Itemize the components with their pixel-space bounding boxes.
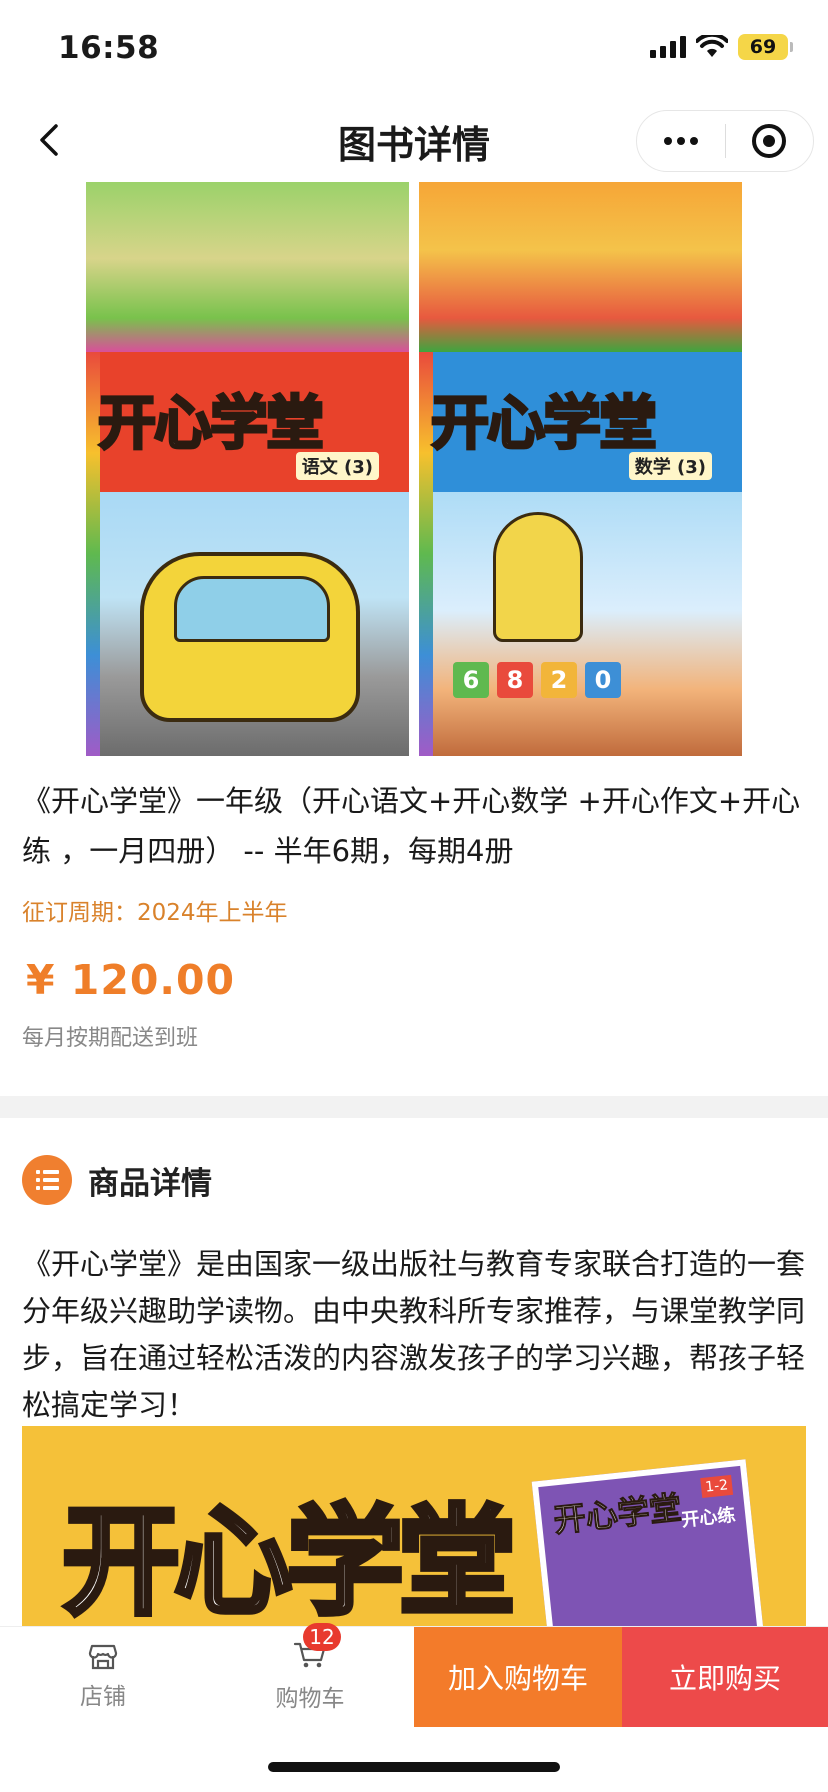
more-icon[interactable] bbox=[637, 111, 725, 171]
home-indicator[interactable] bbox=[268, 1762, 560, 1772]
status-bar: 16:58 69 bbox=[0, 0, 828, 100]
cart-button[interactable]: 12 购物车 bbox=[210, 1623, 410, 1727]
cover-illustration-girl: 6820 bbox=[433, 492, 742, 756]
subscribe-period: 征订周期：2024年上半年 bbox=[22, 900, 288, 926]
bottom-action-bar: 店铺 12 购物车 加入购物车 立即购买 bbox=[0, 1623, 828, 1727]
cover-illustration-car bbox=[100, 492, 409, 756]
cellular-signal-icon bbox=[650, 36, 686, 58]
banner-title: 开心学堂 bbox=[59, 1490, 518, 1627]
details-title: 商品详情 bbox=[88, 1165, 212, 1202]
cart-label: 购物车 bbox=[275, 1686, 345, 1712]
status-indicators: 69 bbox=[650, 34, 793, 60]
cover-math: 开心学堂 数学 (3) 6820 bbox=[419, 352, 742, 756]
banner-book-cover: 开心学堂 1-2 开心练 bbox=[531, 1459, 766, 1626]
cover-top-strip bbox=[86, 182, 742, 352]
miniprogram-capsule bbox=[636, 110, 814, 172]
delivery-note: 每月按期配送到班 bbox=[22, 1026, 199, 1051]
battery-icon: 69 bbox=[738, 34, 793, 60]
cover-brand-title: 开心学堂 bbox=[96, 388, 325, 459]
details-banner-image: 开心学堂 开心学堂 1-2 开心练 bbox=[22, 1426, 806, 1626]
shop-icon bbox=[88, 1644, 118, 1670]
cover-subject: 数学 (3) bbox=[628, 452, 712, 480]
banner-book-sub: 开心练 bbox=[680, 1504, 737, 1532]
shop-label: 店铺 bbox=[80, 1684, 126, 1710]
details-header: 商品详情 bbox=[22, 1155, 212, 1205]
product-image[interactable]: 开心学堂 语文 (3) 开心学堂 数学 (3) 6820 bbox=[86, 182, 742, 756]
nav-bar: 图书详情 bbox=[0, 100, 828, 182]
close-miniprogram-icon[interactable] bbox=[726, 111, 814, 171]
shop-button[interactable]: 店铺 bbox=[3, 1627, 203, 1727]
product-price: ¥ 120.00 bbox=[26, 956, 236, 1004]
book-detail-page: 16:58 69 图书详情 开心学堂 语文 (3) 开心学堂 数学 (3) 6 … bbox=[0, 0, 828, 1792]
battery-level: 69 bbox=[749, 36, 777, 58]
banner-book-title: 开心学堂 bbox=[551, 1488, 684, 1540]
status-time: 16:58 bbox=[58, 30, 160, 66]
cover-brand-title: 开心学堂 bbox=[429, 388, 658, 459]
buy-now-button[interactable]: 立即购买 bbox=[622, 1627, 828, 1727]
list-icon bbox=[22, 1155, 72, 1205]
cart-count-badge: 12 bbox=[303, 1623, 341, 1651]
number-blocks: 6820 bbox=[453, 662, 621, 698]
details-description: 《开心学堂》是由国家一级出版社与教育专家联合打造的一套分年级兴趣助学读物。由中央… bbox=[22, 1247, 806, 1422]
add-to-cart-button[interactable]: 加入购物车 bbox=[414, 1627, 622, 1727]
cover-chinese: 开心学堂 语文 (3) bbox=[86, 352, 409, 756]
section-divider bbox=[0, 1096, 828, 1118]
wifi-icon bbox=[696, 35, 728, 59]
cover-subject: 语文 (3) bbox=[295, 452, 379, 480]
product-title: 《开心学堂》一年级（开心语文+开心数学 +开心作文+开心练 ，一月四册） -- … bbox=[22, 784, 801, 868]
banner-book-grade: 1-2 bbox=[700, 1474, 734, 1498]
